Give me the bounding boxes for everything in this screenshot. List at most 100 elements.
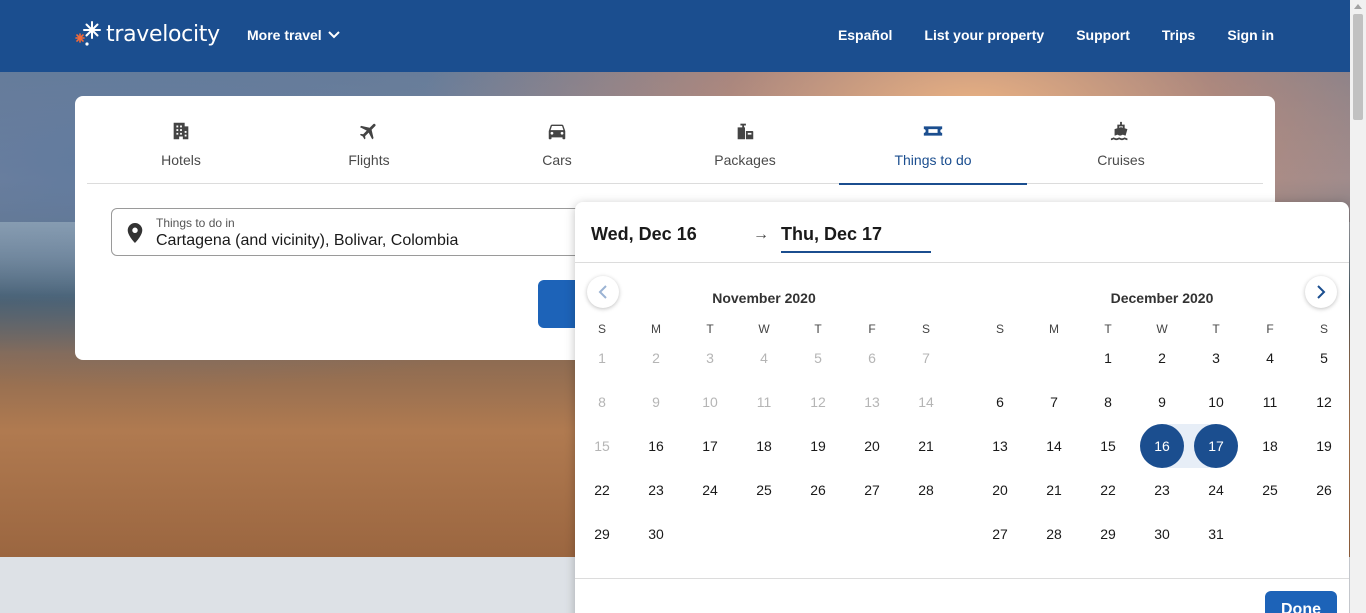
calendar-day-number: 12 [810,394,826,410]
weekday-header: T [1212,322,1220,336]
tab-things-to-do[interactable]: Things to do [839,96,1027,185]
nav-support[interactable]: Support [1076,27,1130,43]
calendar-day[interactable]: 30 [1135,512,1189,556]
month-title: November 2020 [712,290,816,306]
calendar-day[interactable]: 19 [791,424,845,468]
calendar-day: 10 [683,380,737,424]
calendar-day[interactable]: 22 [575,468,629,512]
calendar-day-number: 18 [756,438,772,454]
date-picker-popover: Wed, Dec 16 → Thu, Dec 17 November 2020 … [575,202,1349,613]
calendar-day[interactable]: 28 [1027,512,1081,556]
ship-icon [1110,121,1128,141]
calendar-day[interactable]: 2 [1135,336,1189,380]
nav-trips[interactable]: Trips [1162,27,1195,43]
nav-espanol[interactable]: Español [838,27,892,43]
calendar-day[interactable]: 21 [899,424,953,468]
calendar-day-number: 20 [864,438,880,454]
calendar-day-number: 26 [1316,482,1332,498]
calendar-day[interactable]: 8 [1081,380,1135,424]
calendar-day[interactable]: 22 [1081,468,1135,512]
calendar-day[interactable]: 29 [575,512,629,556]
calendar-day-number: 12 [1316,394,1332,410]
arrow-right-icon: → [753,226,769,243]
calendar-day-number: 19 [810,438,826,454]
calendar-day[interactable]: 27 [845,468,899,512]
tab-hotels[interactable]: Hotels [87,96,275,184]
calendar-day[interactable]: 7 [1027,380,1081,424]
scroll-thumb[interactable] [1353,14,1363,120]
tab-label: Cruises [1097,152,1145,168]
tab-cars[interactable]: Cars [463,96,651,184]
calendar-day[interactable]: 20 [973,468,1027,512]
date-picker-footer-divider [575,578,1349,579]
travelocity-logo[interactable]: travelocity [74,18,220,50]
calendar-day-number: 2 [652,350,660,366]
calendar-day[interactable]: 17 [1189,424,1243,468]
calendar-day[interactable]: 11 [1243,380,1297,424]
scroll-up-arrow-icon[interactable] [1354,4,1362,9]
calendar-day[interactable]: 26 [1297,468,1351,512]
calendar-day-number: 1 [598,350,606,366]
calendar-day[interactable]: 9 [1135,380,1189,424]
calendar-day[interactable]: 25 [737,468,791,512]
calendar-day[interactable]: 10 [1189,380,1243,424]
calendar-day[interactable]: 18 [1243,424,1297,468]
calendar-day[interactable]: 15 [1081,424,1135,468]
calendar-empty-cell [973,336,1027,380]
calendar-day[interactable]: 31 [1189,512,1243,556]
calendar-day-number: 22 [594,482,610,498]
calendar-day[interactable]: 21 [1027,468,1081,512]
start-date[interactable]: Wed, Dec 16 [591,224,697,245]
logo-text: travelocity [106,21,220,47]
calendar-day[interactable]: 3 [1189,336,1243,380]
more-travel-menu[interactable]: More travel [247,27,340,43]
calendar-day[interactable]: 27 [973,512,1027,556]
calendar-day[interactable]: 19 [1297,424,1351,468]
calendar-day: 4 [737,336,791,380]
calendar-day[interactable]: 16 [1135,424,1189,468]
month-december: December 2020 S M T W T F S 1 2 3 4 5 6 7 8 9 10 11 12 13 14… [973,290,1351,556]
calendar-day[interactable]: 24 [683,468,737,512]
nav-list-property[interactable]: List your property [924,27,1044,43]
weekday-header: S [597,322,606,336]
calendar-day[interactable]: 5 [1297,336,1351,380]
end-date[interactable]: Thu, Dec 17 [781,224,931,253]
calendar-day[interactable]: 29 [1081,512,1135,556]
weekday-header: M [1049,322,1059,336]
calendar-day[interactable]: 20 [845,424,899,468]
calendar-day-number: 23 [1154,482,1170,498]
calendar-day[interactable]: 13 [973,424,1027,468]
calendar-day[interactable]: 6 [973,380,1027,424]
tab-cruises[interactable]: Cruises [1027,96,1215,184]
building-icon [173,122,189,140]
car-icon [548,124,566,140]
calendar-day[interactable]: 23 [1135,468,1189,512]
done-button[interactable]: Done [1265,591,1337,613]
calendar-day[interactable]: 1 [1081,336,1135,380]
tab-packages[interactable]: Packages [651,96,839,184]
calendar-day[interactable]: 14 [1027,424,1081,468]
calendar-day[interactable]: 26 [791,468,845,512]
calendar-day[interactable]: 28 [899,468,953,512]
destination-label: Things to do in [156,216,235,230]
calendar-day[interactable]: 17 [683,424,737,468]
calendar-day-number: 27 [992,526,1008,542]
calendar-day[interactable]: 12 [1297,380,1351,424]
calendar-day[interactable]: 25 [1243,468,1297,512]
calendar-day[interactable]: 18 [737,424,791,468]
calendar-empty-cell [1027,336,1081,380]
calendar-day[interactable]: 4 [1243,336,1297,380]
calendar-day[interactable]: 30 [629,512,683,556]
tab-flights[interactable]: Flights [275,96,463,184]
page-scrollbar[interactable] [1350,0,1366,613]
calendar-day[interactable]: 24 [1189,468,1243,512]
calendar-day: 15 [575,424,629,468]
weekday-header: F [868,322,876,336]
month-november: November 2020 S M T W T F S 1 2 3 4 5 6 7 8 9 10 11 12 13 14… [575,290,953,556]
calendar-day-number: 11 [756,394,772,410]
nav-sign-in[interactable]: Sign in [1227,27,1274,43]
calendar-day[interactable]: 16 [629,424,683,468]
calendar-day-number: 1 [1104,350,1112,366]
calendar-day-number: 5 [1320,350,1328,366]
calendar-day[interactable]: 23 [629,468,683,512]
